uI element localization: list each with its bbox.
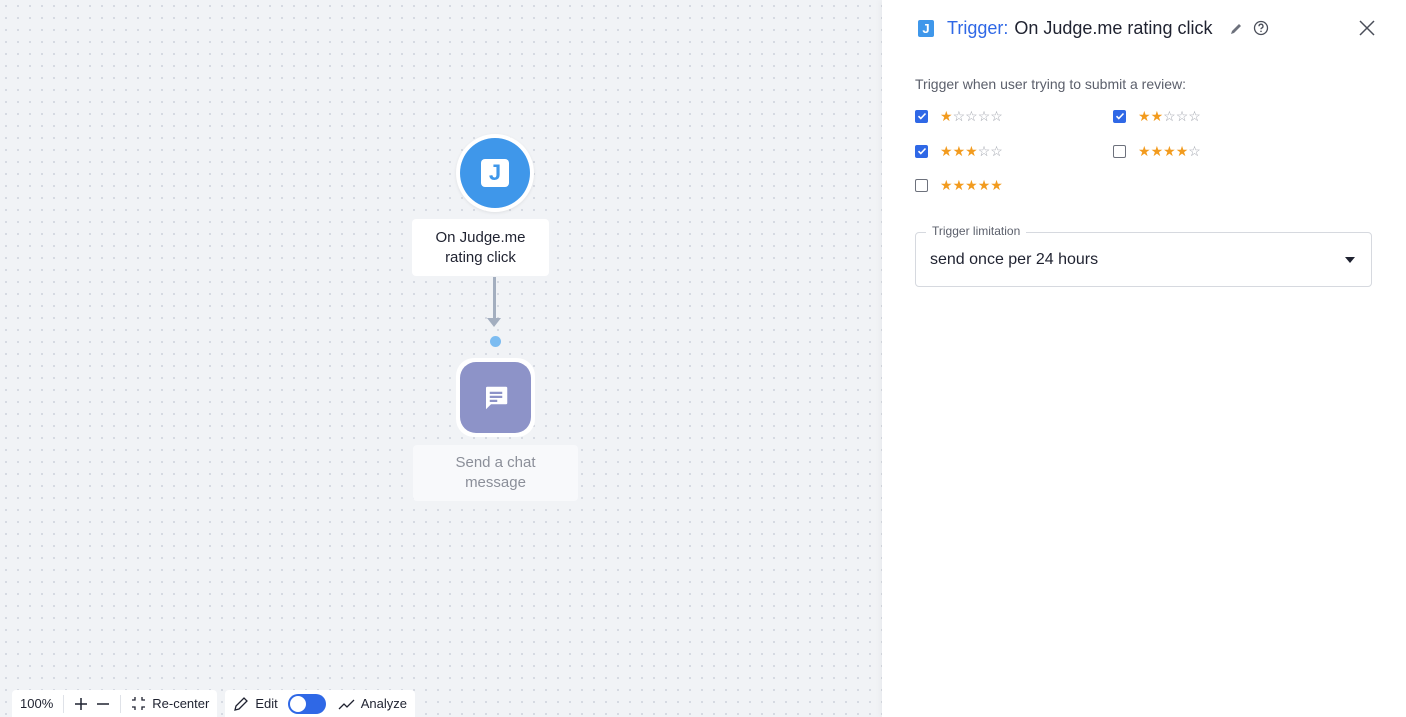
- rating-checkbox[interactable]: [1113, 144, 1126, 158]
- chat-message-icon: [485, 386, 507, 409]
- trigger-limitation-value: send once per 24 hours: [930, 251, 1099, 268]
- minus-icon: [97, 702, 110, 705]
- rating-option-5-star[interactable]: ★★★★★: [915, 176, 1003, 194]
- star-rating-icon: ★★☆☆☆: [1138, 108, 1201, 124]
- zoom-in-button[interactable]: [74, 697, 88, 711]
- help-button[interactable]: [1253, 20, 1269, 36]
- checkmark-icon: [917, 112, 926, 120]
- canvas-toolbar: 100% Re-center Edit Analyze: [12, 690, 415, 717]
- trigger-limitation-select[interactable]: Trigger limitation send once per 24 hour…: [915, 224, 1372, 287]
- action-node-square: [460, 362, 531, 433]
- plus-icon: [75, 697, 88, 710]
- trigger-node-label-text: On Judge.me rating click: [435, 228, 526, 266]
- flow-canvas[interactable]: J On Judge.me rating click Send a chat m…: [0, 0, 882, 717]
- trend-line-icon: [338, 699, 355, 709]
- recenter-button[interactable]: Re-center: [131, 696, 209, 711]
- edit-title-button[interactable]: [1230, 22, 1243, 35]
- zoom-controls: 100% Re-center: [12, 690, 218, 717]
- rating-checkbox[interactable]: [915, 178, 928, 192]
- mode-controls: Edit Analyze: [225, 690, 415, 717]
- judgeme-logo-icon: J: [918, 19, 934, 37]
- connector-arrow-icon: [487, 318, 501, 327]
- trigger-prompt: Trigger when user trying to submit a rev…: [915, 76, 1187, 92]
- zoom-level: 100%: [20, 696, 54, 711]
- recenter-label: Re-center: [152, 696, 210, 711]
- star-rating-icon: ★★★★★: [940, 177, 1003, 193]
- pencil-icon: [234, 696, 249, 711]
- connector-handle[interactable]: [490, 336, 501, 347]
- trigger-node-label[interactable]: On Judge.me rating click: [412, 219, 549, 276]
- panel-title-prefix: Trigger:: [947, 17, 1009, 38]
- close-icon: [1359, 20, 1375, 36]
- connector-line: [493, 277, 496, 321]
- divider: [63, 694, 65, 713]
- trigger-limitation-legend: Trigger limitation: [926, 224, 1027, 238]
- rating-option-1-star[interactable]: ★☆☆☆☆: [915, 107, 1003, 125]
- checkmark-icon: [917, 147, 926, 155]
- rating-checkbox[interactable]: [915, 144, 928, 158]
- edit-label: Edit: [255, 696, 278, 711]
- help-icon: [1254, 20, 1269, 36]
- analyze-label: Analyze: [360, 696, 407, 711]
- recenter-icon: [132, 697, 146, 710]
- toggle-knob: [289, 695, 306, 712]
- action-node-icon[interactable]: [456, 358, 535, 437]
- star-rating-icon: ★☆☆☆☆: [940, 108, 1003, 124]
- dropdown-caret-icon: [1345, 257, 1355, 263]
- star-rating-icon: ★★★★☆: [1138, 143, 1201, 159]
- rating-checkbox[interactable]: [915, 109, 928, 123]
- judgeme-j-icon: J: [481, 159, 509, 187]
- action-node-label-text: Send a chat message: [455, 454, 536, 491]
- mode-toggle[interactable]: [287, 693, 326, 714]
- close-panel-button[interactable]: [1356, 17, 1378, 39]
- trigger-settings-panel: J Trigger: On Judge.me rating click Trig…: [882, 0, 1406, 717]
- rating-option-2-star[interactable]: ★★☆☆☆: [1113, 107, 1201, 125]
- edit-mode-button[interactable]: Edit: [233, 696, 278, 712]
- zoom-out-button[interactable]: [96, 697, 110, 711]
- checkmark-icon: [1115, 112, 1124, 120]
- rating-checkbox[interactable]: [1113, 109, 1126, 123]
- panel-title: On Judge.me rating click: [1014, 17, 1213, 38]
- panel-header: J Trigger: On Judge.me rating click: [918, 16, 1269, 40]
- trigger-node-icon[interactable]: J: [456, 134, 534, 212]
- rating-option-3-star[interactable]: ★★★☆☆: [915, 142, 1003, 160]
- action-node-label[interactable]: Send a chat message: [413, 445, 578, 501]
- divider: [120, 694, 122, 713]
- rating-option-4-star[interactable]: ★★★★☆: [1113, 142, 1201, 160]
- pencil-icon: [1231, 23, 1242, 34]
- star-rating-icon: ★★★☆☆: [940, 143, 1003, 159]
- analyze-mode-button[interactable]: Analyze: [338, 696, 407, 711]
- trigger-node-circle: J: [460, 138, 530, 208]
